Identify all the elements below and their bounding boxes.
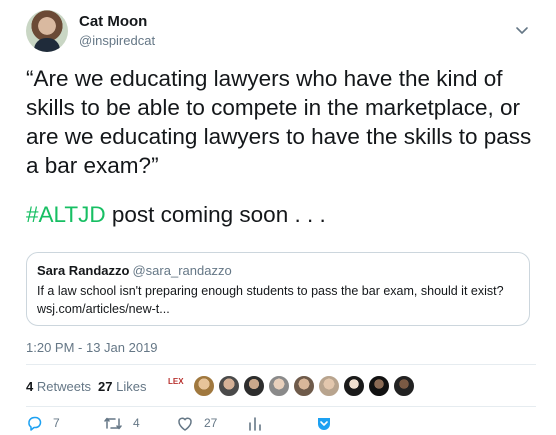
retweets-stat[interactable]: 4 Retweets (26, 379, 91, 394)
liker-logo[interactable]: LEX (168, 378, 190, 394)
likes-stat[interactable]: 27 Likes (98, 379, 146, 394)
liker-avatar[interactable] (193, 375, 215, 397)
quoted-author-handle: @sara_randazzo (132, 263, 232, 278)
liker-avatar[interactable] (243, 375, 265, 397)
analytics-button[interactable] (248, 413, 262, 433)
divider (26, 364, 536, 365)
retweet-button[interactable]: 4 (103, 413, 140, 433)
divider (26, 406, 536, 407)
like-button[interactable]: 27 (176, 413, 217, 433)
heart-icon (176, 415, 194, 432)
retweets-count: 4 (26, 379, 34, 394)
reply-button[interactable]: 7 (26, 413, 60, 433)
liker-avatar[interactable] (343, 375, 365, 397)
quoted-author-name: Sara Randazzo (37, 263, 130, 278)
tweet-actions: 7 4 27 (26, 413, 536, 433)
likes-count: 27 (98, 379, 113, 394)
liker-avatar[interactable] (268, 375, 290, 397)
liker-avatar[interactable] (293, 375, 315, 397)
author-avatar[interactable] (26, 10, 68, 52)
analytics-icon (248, 415, 262, 432)
chevron-down-icon[interactable] (514, 22, 530, 38)
quoted-tweet[interactable]: Sara Randazzo @sara_randazzo If a law sch… (26, 252, 530, 326)
liker-avatar[interactable] (368, 375, 390, 397)
hashtag-link[interactable]: #ALTJD (26, 202, 106, 227)
tweet-header: Cat Moon @inspiredcat (26, 10, 536, 54)
reply-icon (26, 415, 43, 432)
retweet-icon (103, 415, 123, 432)
liker-avatar[interactable] (318, 375, 340, 397)
quoted-tweet-text: If a law school isn't preparing enough s… (37, 284, 504, 298)
retweet-count: 4 (133, 416, 140, 430)
quoted-tweet-link[interactable]: wsj.com/articles/new-t... (37, 300, 519, 318)
likes-label: Likes (116, 379, 147, 394)
liker-avatar[interactable] (218, 375, 240, 397)
retweets-label: Retweets (36, 379, 92, 394)
tweet-text-tail: post coming soon . . . (105, 202, 326, 227)
tweet-stats: 4 Retweets 27 Likes LEX (26, 373, 536, 401)
liker-avatar[interactable] (393, 375, 415, 397)
author-display-name[interactable]: Cat Moon (79, 13, 147, 30)
tweet-timestamp[interactable]: 1:20 PM - 13 Jan 2019 (26, 340, 158, 355)
quoted-tweet-header: Sara Randazzo @sara_randazzo (37, 262, 519, 282)
tweet-text-continued: #ALTJD post coming soon . . . (26, 200, 536, 229)
direct-message-icon (316, 415, 332, 432)
reply-count: 7 (53, 416, 60, 430)
direct-message-button[interactable] (316, 413, 332, 433)
tweet-text: “Are we educating lawyers who have the k… (26, 66, 532, 178)
like-count: 27 (204, 416, 218, 430)
author-handle[interactable]: @inspiredcat (79, 33, 155, 48)
